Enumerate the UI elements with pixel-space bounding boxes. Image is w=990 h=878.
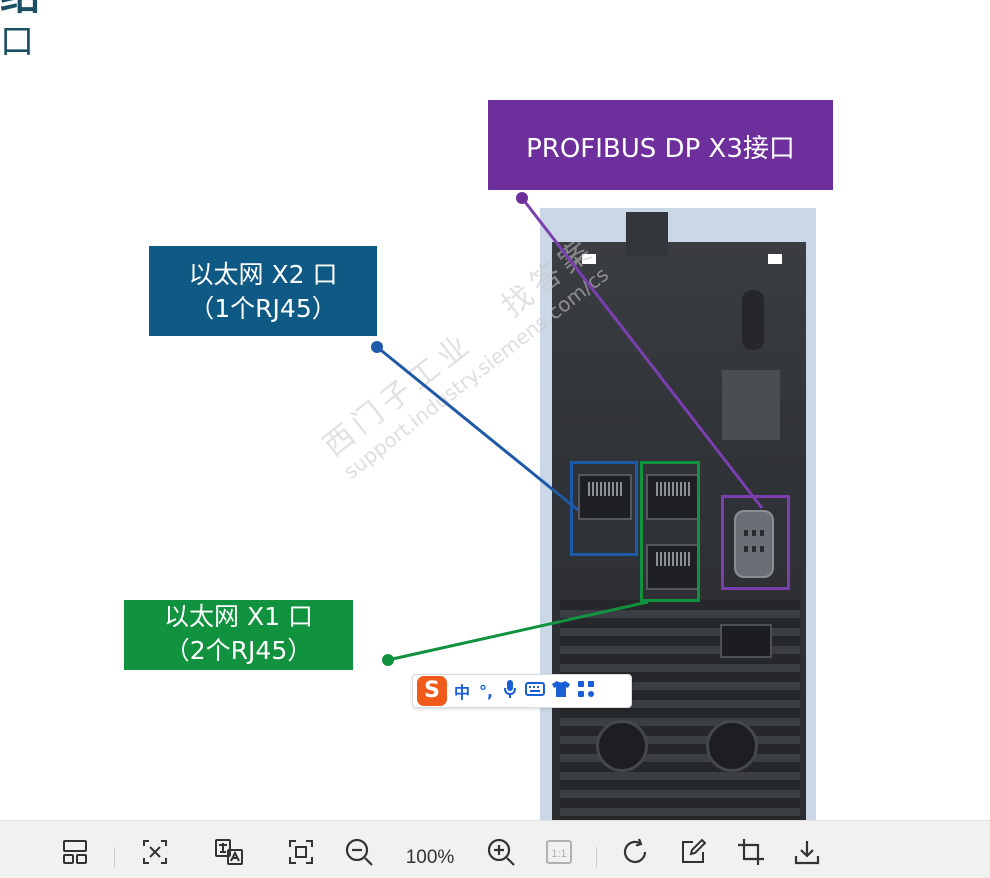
device-small-port <box>720 624 772 658</box>
device-keyhole-slot <box>742 290 764 350</box>
highlight-x2-port <box>570 461 638 556</box>
ocr-icon[interactable] <box>140 837 170 867</box>
device-side-panel <box>722 370 780 440</box>
callout-x2-line1: 以太网 X2 口 <box>188 260 338 289</box>
crop-icon[interactable] <box>736 837 766 867</box>
zoom-in-icon[interactable] <box>486 837 516 867</box>
rotate-icon[interactable] <box>620 837 650 867</box>
device-round-port-left <box>596 720 648 772</box>
callout-profibus-text: PROFIBUS DP X3接口 <box>526 134 795 164</box>
callout-x2-line2: （1个RJ45） <box>189 294 337 323</box>
connector-dot-x1 <box>382 654 394 666</box>
slide-subheading-fragment: 口 <box>0 22 30 62</box>
layout-icon[interactable] <box>60 837 90 867</box>
ime-toolbar[interactable]: S 中 °, <box>412 674 632 708</box>
translate-icon[interactable] <box>214 837 244 867</box>
skin-shirt-icon[interactable] <box>551 680 571 702</box>
device-round-port-right <box>706 720 758 772</box>
download-icon[interactable] <box>792 837 822 867</box>
keyboard-icon[interactable] <box>525 681 545 701</box>
highlight-x1-ports <box>640 461 700 602</box>
apps-grid-icon[interactable] <box>577 680 595 702</box>
actual-size-icon[interactable]: 1:1 <box>544 837 574 867</box>
viewer-toolbar: 100% 1:1 <box>0 820 990 878</box>
callout-x1-line1: 以太网 X1 口 <box>164 602 313 631</box>
connector-dot-profibus <box>516 192 528 204</box>
toolbar-separator <box>596 847 597 867</box>
callout-profibus: PROFIBUS DP X3接口 <box>488 100 833 190</box>
image-viewer: 绍 口 西门子工业 找答案 support.industry.siemens.c… <box>0 0 990 878</box>
callout-ethernet-x2: 以太网 X2 口 （1个RJ45） <box>149 246 377 336</box>
ime-mode-toggle[interactable]: 中 <box>453 679 471 703</box>
connector-dot-x2 <box>371 341 383 353</box>
callout-x1-line2: （2个RJ45） <box>164 636 313 665</box>
toolbar-separator <box>114 847 115 867</box>
edit-icon[interactable] <box>678 837 708 867</box>
slide-heading-fragment: 绍 <box>0 0 70 16</box>
highlight-x3-port <box>721 495 790 590</box>
zoom-level-display: 100% <box>405 847 455 868</box>
callout-ethernet-x1: 以太网 X1 口 （2个RJ45） <box>124 600 353 670</box>
microphone-icon[interactable] <box>501 679 519 703</box>
device-top-connector <box>626 212 668 256</box>
fit-screen-icon[interactable] <box>286 837 316 867</box>
zoom-out-icon[interactable] <box>344 837 374 867</box>
device-notch-right <box>768 254 782 264</box>
actual-size-label: 1:1 <box>551 848 566 860</box>
ime-logo-icon[interactable]: S <box>417 676 447 706</box>
ime-punctuation-toggle[interactable]: °, <box>477 682 495 701</box>
